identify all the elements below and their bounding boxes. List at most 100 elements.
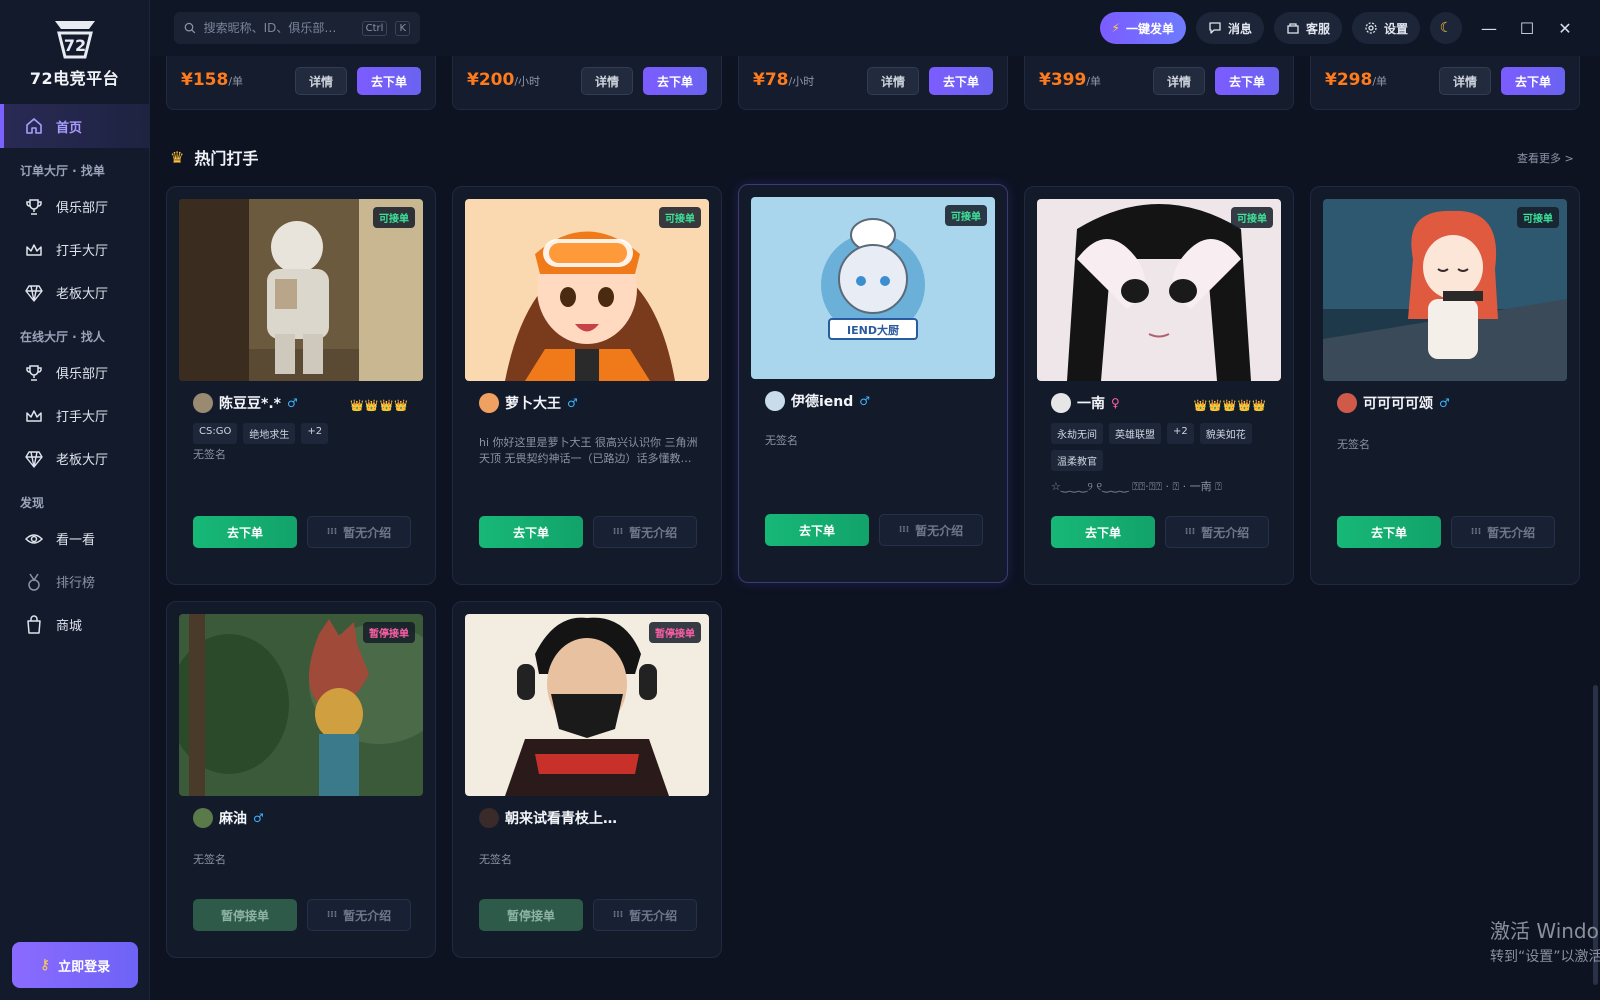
product-card: ¥158/单 详情 去下单 — [166, 56, 436, 110]
order-button-paused[interactable]: 暂停接单 — [193, 899, 297, 931]
tag: 绝地求生 — [243, 423, 296, 444]
player-name: 伊德iend ♂ — [765, 391, 870, 411]
intro-button[interactable]: ⁞⁞⁞ 暂无介绍 — [1451, 516, 1555, 548]
shortcut-key-k: K — [395, 20, 410, 36]
product-detail-button[interactable]: 详情 — [1439, 67, 1491, 95]
order-button-paused[interactable]: 暂停接单 — [479, 899, 583, 931]
shortcut-key-ctrl: Ctrl — [361, 20, 388, 36]
player-signature: 无签名 — [193, 448, 226, 461]
search-icon — [184, 22, 196, 34]
sidebar-item-online-player-hall[interactable]: 打手大厅 — [0, 394, 149, 437]
product-detail-button[interactable]: 详情 — [1153, 67, 1205, 95]
player-card[interactable]: IEND大厨 可接单 伊德iend ♂ 无签名 去下单 ⁞⁞⁞ 暂无介绍 — [738, 184, 1008, 583]
shopping-bag-icon — [27, 614, 41, 634]
crown-icon — [26, 409, 42, 422]
product-order-button[interactable]: 去下单 — [1501, 67, 1565, 95]
product-unit: /小时 — [788, 75, 815, 88]
maximize-icon[interactable]: ☐ — [1516, 17, 1538, 39]
player-name: 可可可可颂 ♂ — [1337, 393, 1450, 413]
settings-button[interactable]: 设置 — [1351, 12, 1420, 44]
player-signature: 无签名 — [479, 853, 512, 866]
order-button[interactable]: 去下单 — [765, 514, 869, 546]
player-card[interactable]: 可接单 萝卜大王 ♂ hi 你好这里是萝卜大王 很高兴认识你 三角洲天顶 无畏契… — [452, 186, 722, 585]
sidebar-item-leaderboard[interactable]: 排行榜 — [0, 560, 149, 603]
theme-toggle-button[interactable]: ☾ — [1430, 12, 1462, 44]
order-button[interactable]: 去下单 — [479, 516, 583, 548]
intro-button[interactable]: ⁞⁞⁞ 暂无介绍 — [307, 516, 411, 548]
player-photo: 暂停接单 — [465, 614, 709, 796]
login-button[interactable]: ⚷ 立即登录 — [12, 942, 138, 988]
sidebar-item-club-hall[interactable]: 俱乐部厅 — [0, 185, 149, 228]
see-more-link[interactable]: 查看更多 > — [1517, 150, 1574, 166]
search-box[interactable]: Ctrl K — [174, 12, 420, 44]
nav-section-discover: 发现 — [20, 496, 45, 510]
player-photo: IEND大厨 可接单 — [751, 197, 995, 379]
player-card[interactable]: 可接单 一南 ♀ 👑👑👑👑👑 永劫无间 英雄联盟 +2 貌美如花 温柔教官 ☆‿… — [1024, 186, 1294, 585]
player-card[interactable]: 暂停接单 麻油 ♂ 无签名 暂停接单 ⁞⁞⁞ 暂无介绍 — [166, 601, 436, 958]
product-price: ¥158/单 — [181, 70, 244, 90]
status-badge: 可接单 — [373, 207, 415, 228]
product-order-button[interactable]: 去下单 — [357, 67, 421, 95]
nav-section-online: 在线大厅 · 找人 — [20, 330, 105, 344]
product-detail-button[interactable]: 详情 — [581, 67, 633, 95]
quick-order-button[interactable]: ⚡ 一键发单 — [1099, 12, 1186, 44]
order-button[interactable]: 去下单 — [1337, 516, 1441, 548]
player-card[interactable]: 可接单 陈豆豆*.* ♂ 👑👑👑👑 CS:GO 绝地求生 +2 无签名 去下单 … — [166, 186, 436, 585]
order-button[interactable]: 去下单 — [1051, 516, 1155, 548]
trophy-icon — [26, 364, 42, 381]
product-order-button[interactable]: 去下单 — [1215, 67, 1279, 95]
product-order-button[interactable]: 去下单 — [643, 67, 707, 95]
status-badge: 暂停接单 — [363, 622, 415, 643]
product-unit: /单 — [1086, 75, 1102, 88]
status-badge: 可接单 — [945, 205, 987, 226]
app-logo[interactable]: 72 72电竞平台 — [0, 0, 149, 100]
product-price: ¥200/小时 — [467, 70, 541, 90]
game-tags: CS:GO 绝地求生 +2 — [193, 423, 413, 444]
intro-button[interactable]: ⁞⁞⁞ 暂无介绍 — [1165, 516, 1269, 548]
intro-button[interactable]: ⁞⁞⁞ 暂无介绍 — [593, 899, 697, 931]
avatar — [479, 808, 499, 828]
intro-button[interactable]: ⁞⁞⁞ 暂无介绍 — [593, 516, 697, 548]
sidebar-item-label: 打手大厅 — [56, 410, 109, 425]
product-detail-button[interactable]: 详情 — [295, 67, 347, 95]
sidebar-item-online-boss-hall[interactable]: 老板大厅 — [0, 437, 149, 480]
sidebar-item-player-hall[interactable]: 打手大厅 — [0, 228, 149, 271]
intro-button[interactable]: ⁞⁞⁞ 暂无介绍 — [307, 899, 411, 931]
player-name: 一南 ♀ — [1051, 393, 1120, 413]
sidebar-item-boss-hall[interactable]: 老板大厅 — [0, 271, 149, 314]
image-caption: IEND大厨 — [847, 323, 899, 337]
intro-button[interactable]: ⁞⁞⁞ 暂无介绍 — [879, 514, 983, 546]
support-button[interactable]: 客服 — [1273, 12, 1342, 44]
nav-section-orders: 订单大厅 · 找单 — [20, 164, 105, 178]
messages-button[interactable]: 消息 — [1195, 12, 1264, 44]
logo-icon: 72 — [54, 21, 95, 59]
sidebar-item-online-club-hall[interactable]: 俱乐部厅 — [0, 351, 149, 394]
game-tags: 永劫无间 英雄联盟 +2 貌美如花 温柔教官 — [1051, 423, 1271, 471]
sidebar-item-label: 排行榜 — [56, 576, 96, 591]
logo-mark-text: 72 — [63, 36, 85, 55]
order-button[interactable]: 去下单 — [193, 516, 297, 548]
status-badge: 可接单 — [1231, 207, 1273, 228]
sidebar-item-explore[interactable]: 看一看 — [0, 517, 149, 560]
product-detail-button[interactable]: 详情 — [867, 67, 919, 95]
avatar — [479, 393, 499, 413]
player-signature: 无签名 — [1337, 438, 1370, 451]
sidebar-item-home[interactable]: 首页 — [0, 104, 149, 148]
close-icon[interactable]: ✕ — [1554, 17, 1576, 39]
sidebar-item-label: 老板大厅 — [56, 287, 109, 302]
product-order-button[interactable]: 去下单 — [929, 67, 993, 95]
minimize-icon[interactable]: — — [1478, 17, 1500, 39]
sidebar-item-shop[interactable]: 商城 — [0, 603, 149, 646]
player-card[interactable]: 暂停接单 朝来试看青枝上… 无签名 暂停接单 ⁞⁞⁞ 暂无介绍 — [452, 601, 722, 958]
player-name: 陈豆豆*.* ♂ — [193, 393, 298, 413]
player-name: 麻油 ♂ — [193, 808, 264, 828]
player-card[interactable]: 可接单 可可可可颂 ♂ 无签名 去下单 ⁞⁞⁞ 暂无介绍 — [1310, 186, 1580, 585]
sidebar: 72 72电竞平台 首页 订单大厅 · 找单 俱乐部厅 打手大厅 老板大厅 在线… — [0, 0, 150, 1000]
male-icon: ♂ — [286, 396, 298, 410]
product-price: ¥78/小时 — [753, 70, 815, 90]
player-photo: 暂停接单 — [179, 614, 423, 796]
avatar — [1337, 393, 1357, 413]
watermark-line2: 转到“设置”以激活 — [1490, 949, 1600, 965]
search-input[interactable] — [203, 21, 354, 35]
shop-icon — [1287, 23, 1299, 34]
